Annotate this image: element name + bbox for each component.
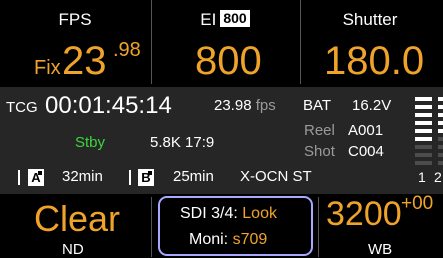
meter-bar: [438, 105, 443, 109]
divider: [151, 197, 152, 257]
meter-bar: [415, 145, 432, 149]
wb-offset: +00: [401, 193, 434, 214]
meter-bar: [438, 137, 443, 141]
frame-rate-value: 23.98: [214, 97, 252, 114]
moni-value: s709: [232, 231, 268, 248]
tc-label: TCG: [6, 99, 38, 116]
meter-bar: [415, 121, 432, 125]
media-a-indicator: [38, 171, 42, 175]
moni-line: Moni: s709: [189, 231, 267, 249]
media-a-remaining: 32min: [62, 168, 103, 185]
resolution[interactable]: 5.8K 17:9: [150, 134, 214, 151]
frame-rate-unit: fps: [255, 97, 276, 114]
moni-label: Moni:: [189, 231, 229, 248]
meter-bar: [438, 113, 443, 117]
meter-bar: [438, 121, 443, 125]
shutter-title: Shutter: [342, 10, 398, 29]
nd-value: Clear: [34, 198, 121, 239]
media-b-marker: [129, 170, 131, 185]
fps-title: FPS: [58, 10, 92, 29]
fps-decimal: .98: [113, 39, 141, 61]
meter-bar: [438, 129, 443, 133]
meter-bar: [415, 129, 432, 133]
sdi-monitor-selector[interactable]: SDI 3/4: Look Moni: s709: [158, 196, 313, 256]
sdi-label: SDI 3/4:: [180, 205, 238, 222]
wb-label: WB: [368, 241, 393, 258]
meter-bar: [415, 97, 432, 101]
media-b-icon: B: [138, 169, 154, 186]
shot-label: Shot: [304, 143, 335, 160]
fps-mode: Fix: [34, 57, 61, 79]
reel-value: A001: [348, 122, 384, 139]
ei-badge: 800: [220, 10, 250, 27]
meter-bar: [438, 97, 443, 101]
media-a-marker: [18, 170, 20, 185]
divider: [300, 0, 301, 84]
timecode-value[interactable]: 00:01:45:14: [45, 92, 172, 120]
meter-bar: [415, 105, 432, 109]
meter-channel-2: 2: [434, 169, 442, 185]
meter-bar: [438, 153, 443, 157]
nd-label: ND: [62, 241, 84, 258]
media-b-indicator: [148, 171, 152, 175]
battery-value: 16.2V: [352, 97, 392, 114]
shutter-value: 180.0: [324, 39, 425, 83]
meter-channel-1: 1: [418, 169, 426, 185]
status-panel: TCG 00:01:45:14 23.98 fps BAT 16.2V Stby…: [0, 87, 443, 194]
meter-bar: [438, 145, 443, 149]
sdi-value: Look: [242, 205, 277, 222]
reel-label: Reel: [304, 122, 335, 139]
ei-value: 800: [195, 39, 262, 83]
media-a-icon: A: [28, 169, 44, 186]
media-b-remaining: 25min: [173, 168, 214, 185]
frame-rate: 23.98 fps: [214, 97, 276, 114]
meter-bar: [415, 113, 432, 117]
divider: [151, 0, 152, 84]
shot-value: C004: [348, 143, 384, 160]
ei-title: EI 800: [185, 10, 265, 30]
record-status: Stby: [75, 134, 106, 151]
battery-label: BAT: [303, 97, 332, 114]
sdi-line: SDI 3/4: Look: [180, 205, 277, 223]
divider: [318, 197, 319, 257]
meter-bar: [415, 161, 432, 165]
meter-bar: [415, 137, 432, 141]
ei-title-label: EI: [200, 10, 217, 29]
wb-value: 3200: [326, 195, 402, 233]
meter-bar: [415, 153, 432, 157]
fps-value: 23: [62, 39, 107, 83]
recording-format[interactable]: X-OCN ST: [240, 168, 312, 185]
meter-bar: [438, 161, 443, 165]
